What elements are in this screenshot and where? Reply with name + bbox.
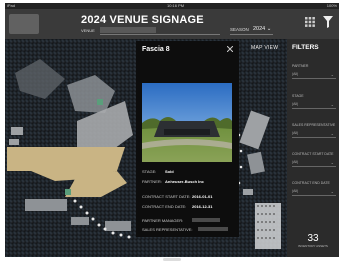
popup-title: Fascia 8 (142, 46, 170, 53)
venue-select[interactable] (100, 27, 156, 33)
filter-stage-value: (All) (292, 102, 299, 106)
logo (9, 14, 39, 34)
filter-contract-start-select[interactable]: (All) ⌄ (292, 159, 336, 167)
page-title: 2024 VENUE SIGNAGE (81, 14, 204, 26)
stage-value: Sold (165, 169, 174, 174)
filter-sales-rep-label: SALES REPRESENTATIVE (292, 123, 336, 127)
filter-contract-end-value: (All) (292, 189, 299, 193)
filter-partner-label: PARTNER (292, 64, 309, 68)
sales-rep-value (198, 227, 228, 231)
asset-photo (142, 83, 232, 162)
season-value: 2024 (253, 26, 266, 32)
filter-contract-end-label: CONTRACT END DATE (292, 181, 330, 185)
filter-icon[interactable] (323, 16, 333, 28)
filter-stage-select[interactable]: (All) ⌄ (292, 101, 336, 109)
battery-level: 100% (326, 3, 337, 8)
inventory-count-label: INVENTORY ASSETS (298, 244, 328, 248)
chevron-down-icon: ⌄ (330, 160, 334, 165)
partner-label: PARTNER: (142, 179, 162, 184)
filters-title: FILTERS (292, 44, 319, 51)
filter-partner-value: (All) (292, 72, 299, 76)
grid-icon[interactable] (305, 17, 315, 27)
chevron-down-icon: ⌄ (330, 72, 334, 77)
filter-contract-end-select[interactable]: (All) ⌄ (292, 188, 336, 196)
device-label: iPad (7, 3, 16, 8)
season-select[interactable]: 2024 ⌄ (253, 26, 271, 32)
filters-sidebar: FILTERS PARTNER (All) ⌄ STAGE (All) ⌄ SA… (287, 39, 339, 257)
stage-label: STAGE: (142, 169, 157, 174)
contract-end-label: CONTRACT END DATE: (142, 204, 187, 209)
chevron-down-icon: ⌄ (266, 26, 272, 32)
signage-app: 2024 VENUE SIGNAGE VENUE SEASON 2024 ⌄ M… (5, 9, 339, 257)
filter-contract-start-value: (All) (292, 160, 299, 164)
contract-start-label: CONTRACT START DATE: (142, 194, 191, 199)
close-icon[interactable] (227, 46, 233, 52)
status-time: 10:16 PM (167, 3, 185, 8)
home-indicator[interactable] (163, 258, 181, 261)
filter-partner-select[interactable]: (All) ⌄ (292, 71, 336, 79)
filter-stage-label: STAGE (292, 94, 304, 98)
chevron-down-icon: ⌄ (330, 102, 334, 107)
partner-value: Anheuser-Busch Inc (165, 179, 204, 184)
partner-manager-value (192, 218, 220, 222)
filter-contract-start-label: CONTRACT START DATE (292, 152, 334, 156)
map-view-tab[interactable]: MAP VIEW (251, 45, 278, 51)
contract-end-value: 2016-12-31 (192, 204, 213, 209)
chevron-down-icon: ⌄ (330, 131, 334, 136)
sales-rep-label: SALES REPRESENTATIVE: (142, 227, 193, 232)
asset-detail-popup: Fascia 8 STAGE: Sold PARTNER: Anheuser-B… (136, 41, 239, 237)
ipad-screen: iPad 10:16 PM 100% 2024 VENUE SIGNAGE VE… (0, 0, 344, 263)
chevron-down-icon: ⌄ (330, 189, 334, 194)
season-underline (230, 34, 273, 35)
venue-underline (100, 34, 220, 35)
venue-label: VENUE (81, 28, 95, 33)
partner-manager-label: PARTNER MANAGER: (142, 218, 184, 223)
inventory-count: 33 (307, 233, 319, 244)
contract-start-value: 2016-01-01 (192, 194, 213, 199)
app-header: 2024 VENUE SIGNAGE VENUE SEASON 2024 ⌄ (5, 9, 339, 39)
filter-sales-rep-value: (All) (292, 131, 299, 135)
filter-sales-rep-select[interactable]: (All) ⌄ (292, 130, 336, 138)
season-label: SEASON (230, 27, 249, 32)
